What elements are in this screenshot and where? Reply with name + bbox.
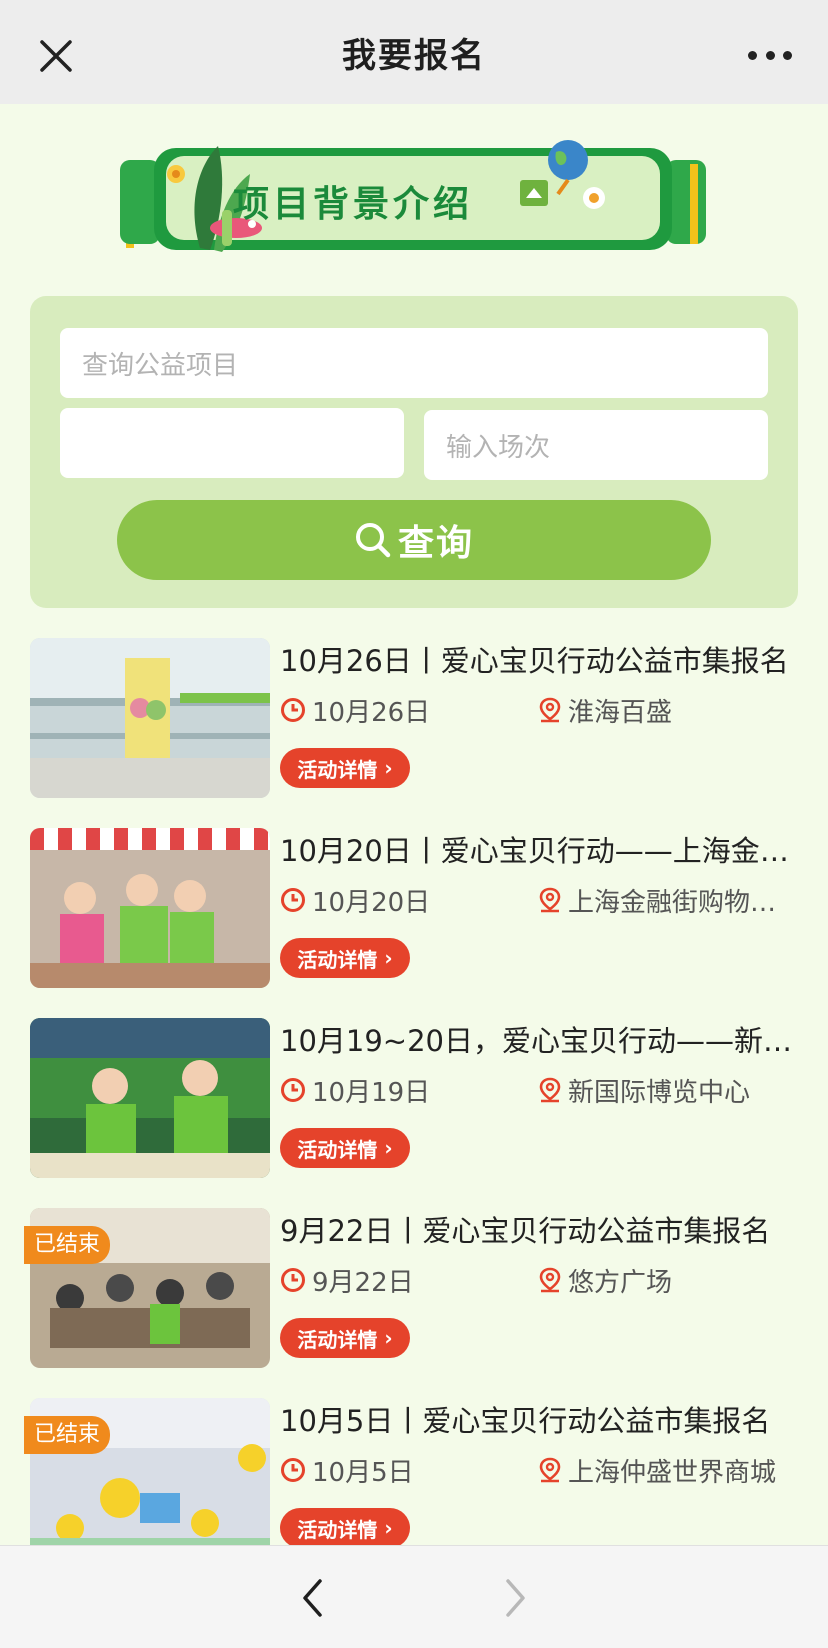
event-location-text: 淮海百盛: [568, 697, 673, 728]
event-item[interactable]: 10月26日丨爱心宝贝行动公益市集报名 10月26日 淮海百盛 活动详情 ›: [30, 638, 800, 798]
event-location-text: 上海金融街购物中心: [568, 887, 800, 918]
event-item[interactable]: 10月20日丨爱心宝贝行动——上海金融街购物中心 10月20日 上海金融街购物中…: [30, 828, 800, 988]
event-location: 悠方广场: [538, 1262, 800, 1298]
event-thumbnail: [30, 638, 270, 798]
event-date: 10月20日: [280, 882, 430, 918]
session-input[interactable]: 输入场次: [424, 410, 768, 480]
location-pin-icon: [539, 1077, 561, 1103]
close-icon[interactable]: [38, 38, 74, 74]
event-thumbnail: [30, 1018, 270, 1178]
location-pin-icon: [539, 887, 561, 913]
event-date-text: 10月20日: [312, 887, 431, 918]
event-detail-button[interactable]: 活动详情 ›: [280, 1318, 410, 1358]
event-location: 上海金融街购物中心: [538, 882, 800, 918]
page-title: 我要报名: [342, 35, 486, 76]
event-title: 10月20日丨爱心宝贝行动——上海金融街购物中心: [280, 834, 800, 868]
event-title: 10月5日丨爱心宝贝行动公益市集报名: [280, 1404, 771, 1438]
event-date-text: 10月19日: [312, 1077, 431, 1108]
banner-title: 项目背景介绍: [232, 184, 473, 225]
more-icon[interactable]: [748, 48, 792, 62]
ended-badge: 已结束: [24, 1226, 111, 1264]
ended-badge: 已结束: [24, 1416, 111, 1454]
project-search-input[interactable]: 查询公益项目: [60, 328, 768, 398]
event-date: 10月26日: [280, 692, 430, 728]
event-detail-button[interactable]: 活动详情 ›: [280, 938, 410, 978]
search-panel: 查询公益项目 输入场次 查询: [30, 296, 798, 608]
event-date-text: 9月22日: [312, 1267, 414, 1298]
event-date: 10月19日: [280, 1072, 430, 1108]
event-title: 10月26日丨爱心宝贝行动公益市集报名: [280, 644, 789, 678]
event-thumbnail: [30, 828, 270, 988]
clock-icon: [281, 1078, 305, 1102]
chevron-left-icon[interactable]: [300, 1578, 326, 1618]
top-bar: 我要报名: [0, 0, 828, 104]
event-title: 10月19~20日，爱心宝贝行动——新国际博览中心: [280, 1024, 800, 1058]
query-button-label: 查询: [397, 523, 474, 564]
event-location: 新国际博览中心: [538, 1072, 800, 1108]
clock-icon: [281, 698, 305, 722]
location-pin-icon: [539, 1267, 561, 1293]
event-item[interactable]: 已结束 9月22日丨爱心宝贝行动公益市集报名 9月22日 悠方广场 活动详情 ›: [24, 1208, 800, 1368]
bottom-nav-bar: [0, 1545, 828, 1648]
clock-icon: [281, 1458, 305, 1482]
search-icon: [355, 523, 391, 558]
event-date-text: 10月5日: [312, 1457, 414, 1488]
event-title: 9月22日丨爱心宝贝行动公益市集报名: [280, 1214, 771, 1248]
event-location-text: 悠方广场: [568, 1267, 673, 1298]
clock-icon: [281, 1268, 305, 1292]
chevron-right-icon[interactable]: [502, 1578, 528, 1618]
event-detail-button[interactable]: 活动详情 ›: [280, 1128, 410, 1168]
event-date: 10月5日: [280, 1452, 414, 1488]
date-picker-input[interactable]: [60, 408, 404, 478]
event-item[interactable]: 10月19~20日，爱心宝贝行动——新国际博览中心 10月19日 新国际博览中心…: [30, 1018, 800, 1178]
event-detail-button[interactable]: 活动详情 ›: [280, 1508, 410, 1548]
event-location: 上海仲盛世界商城: [538, 1452, 800, 1488]
query-button[interactable]: 查询: [117, 500, 711, 580]
event-date-text: 10月26日: [312, 697, 431, 728]
event-detail-button[interactable]: 活动详情 ›: [280, 748, 410, 788]
event-location: 淮海百盛: [538, 692, 800, 728]
event-location-text: 上海仲盛世界商城: [568, 1457, 777, 1488]
location-pin-icon: [539, 1457, 561, 1483]
event-location-text: 新国际博览中心: [568, 1077, 751, 1108]
event-date: 9月22日: [280, 1262, 414, 1298]
clock-icon: [281, 888, 305, 912]
event-item[interactable]: 已结束 10月5日丨爱心宝贝行动公益市集报名 10月5日 上海仲盛世界商城 活动…: [24, 1398, 800, 1558]
location-pin-icon: [539, 697, 561, 723]
